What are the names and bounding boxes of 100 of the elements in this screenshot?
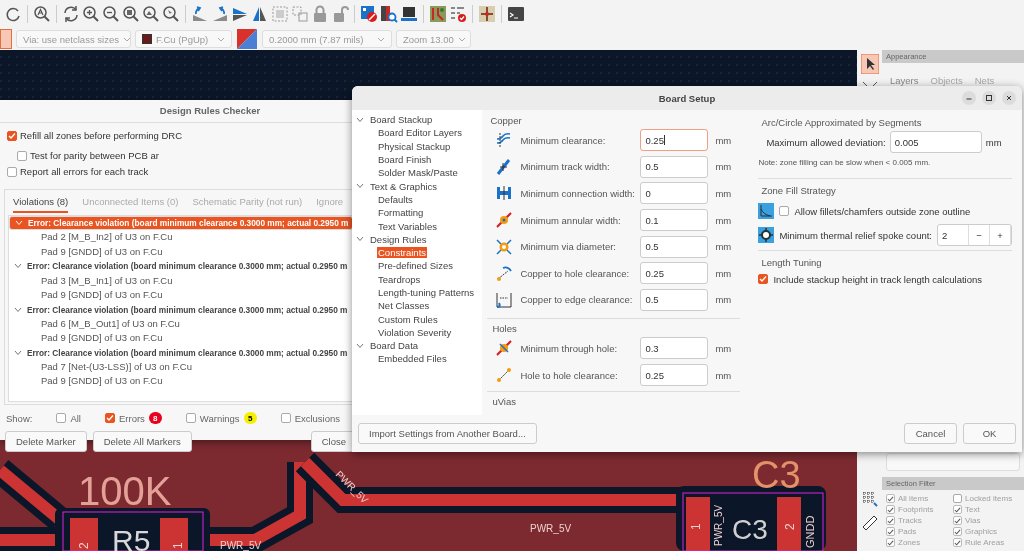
- tree-item[interactable]: Text & Graphics: [370, 180, 438, 192]
- zoom-objects-icon[interactable]: [142, 5, 160, 23]
- violation-item[interactable]: Pad 6 [M_B_Out1] of U3 on F.Cu: [9, 316, 353, 332]
- select-arrow-icon[interactable]: [860, 54, 879, 74]
- tree-item[interactable]: Board Data: [370, 340, 419, 352]
- checkbox[interactable]: [56, 413, 67, 423]
- board-icon[interactable]: [400, 5, 418, 23]
- violation-item[interactable]: Pad 9 [GNDD] of U3 on F.Cu: [9, 244, 353, 260]
- layer-pair-icon[interactable]: [236, 28, 258, 50]
- checkbox[interactable]: [886, 505, 895, 514]
- violation-item[interactable]: Pad 9 [GNDD] of U3 on F.Cu: [9, 331, 353, 346]
- flip-vertical-icon[interactable]: [251, 5, 269, 23]
- dialog-button[interactable]: Delete Marker: [5, 431, 87, 452]
- checkbox[interactable]: [7, 166, 17, 177]
- close-icon[interactable]: [1002, 91, 1016, 105]
- ruler-icon[interactable]: [860, 514, 879, 532]
- decrement-button[interactable]: −: [969, 225, 990, 245]
- checkbox[interactable]: [886, 494, 895, 503]
- tree-item[interactable]: Board Editor Layers: [377, 127, 463, 139]
- maximize-icon[interactable]: [982, 91, 996, 105]
- tab[interactable]: Violations (8): [13, 196, 69, 213]
- checkbox[interactable]: [758, 274, 769, 284]
- checkbox[interactable]: [779, 206, 790, 216]
- refresh-icon[interactable]: [62, 5, 80, 23]
- violation-item[interactable]: Pad 2 [M_B_In2] of U3 on F.Cu: [9, 230, 353, 245]
- redo-icon[interactable]: [4, 5, 22, 23]
- checkbox[interactable]: [953, 516, 962, 525]
- input-field[interactable]: 0.5: [640, 155, 709, 178]
- tree-item[interactable]: Violation Severity: [377, 326, 453, 338]
- input-field[interactable]: 0.25: [640, 129, 709, 152]
- input-field[interactable]: 0.5: [640, 288, 709, 311]
- violation-item[interactable]: Pad 9 [GNDD] of U3 on F.Cu: [9, 287, 353, 303]
- increment-button[interactable]: +: [990, 225, 1011, 245]
- dialog-button[interactable]: Cancel: [904, 423, 957, 444]
- input-field[interactable]: 0.005: [889, 131, 982, 153]
- zoom-selection-icon[interactable]: [162, 5, 180, 23]
- checkbox[interactable]: [886, 527, 895, 536]
- import-button[interactable]: Import Settings from Another Board...: [358, 423, 537, 444]
- lock-icon[interactable]: [311, 5, 329, 23]
- input-field[interactable]: 0.25: [640, 262, 709, 285]
- rotate-cw-icon[interactable]: [211, 5, 229, 23]
- violation-item[interactable]: Pad 7 [Net-(U3-LSS)] of U3 on F.Cu: [9, 359, 353, 375]
- checkbox[interactable]: [953, 505, 962, 514]
- grid-icon[interactable]: [860, 490, 879, 508]
- chevron-down-icon[interactable]: [356, 116, 364, 123]
- chevron-down-icon[interactable]: [14, 306, 22, 313]
- tree-item[interactable]: Board Stackup: [370, 114, 433, 126]
- violation-item[interactable]: Pad 3 [M_B_In1] of U3 on F.Cu: [9, 273, 353, 288]
- input-field[interactable]: 0: [640, 182, 709, 205]
- chevron-down-icon[interactable]: [356, 183, 364, 190]
- checkbox[interactable]: [953, 538, 962, 547]
- tree-item[interactable]: Board Finish: [377, 154, 433, 166]
- inspect-icon[interactable]: [380, 5, 398, 23]
- input-field[interactable]: 0.5: [640, 235, 709, 258]
- spin-field[interactable]: 2 − +: [937, 224, 1012, 246]
- violation-row[interactable]: Error: Clearance violation (board minimum clearance 0.3000 mm; actual 0.2950 m: [9, 345, 353, 360]
- tree-item[interactable]: Design Rules: [370, 233, 427, 245]
- zoom-fit-icon[interactable]: [122, 5, 140, 23]
- checkbox[interactable]: [886, 538, 895, 547]
- terminal-icon[interactable]: [507, 5, 525, 23]
- dialog-button[interactable]: OK: [963, 423, 1016, 444]
- tree-item[interactable]: Pre-defined Sizes: [377, 260, 454, 272]
- checkbox[interactable]: [17, 150, 27, 161]
- tree-item[interactable]: Custom Rules: [377, 313, 439, 325]
- checkbox[interactable]: [185, 413, 196, 423]
- input-field[interactable]: 0.3: [640, 337, 709, 360]
- violation-row[interactable]: Error: Clearance violation (board minimum clearance 0.3000 mm; actual 0.2950 m: [9, 259, 353, 274]
- checkbox[interactable]: [280, 413, 291, 423]
- unlock-icon[interactable]: [331, 5, 349, 23]
- checklist-icon[interactable]: [449, 5, 467, 23]
- chevron-down-icon[interactable]: [356, 342, 364, 349]
- flip-horizontal-icon[interactable]: [231, 5, 249, 23]
- violation-row[interactable]: Error: Clearance violation (board minimum clearance 0.3000 mm; actual 0.2950 m: [9, 302, 353, 317]
- input-field[interactable]: 0.25: [640, 364, 709, 387]
- preset-dropdown[interactable]: [886, 453, 1020, 471]
- violation-row[interactable]: Error: Clearance violation (board minimum clearance 0.3000 mm; actual 0.2950 m: [9, 216, 353, 231]
- tree-item[interactable]: Text Variables: [377, 220, 438, 232]
- rotate-ccw-icon[interactable]: [191, 5, 209, 23]
- zoom-auto-icon[interactable]: [33, 5, 51, 23]
- tree-item[interactable]: Length-tuning Patterns: [377, 287, 476, 298]
- zoom-in-icon[interactable]: [82, 5, 100, 23]
- tree-item[interactable]: Defaults: [377, 193, 414, 205]
- minimize-icon[interactable]: [962, 91, 976, 105]
- checkbox[interactable]: [953, 494, 962, 503]
- checkbox[interactable]: [7, 130, 17, 141]
- chevron-down-icon[interactable]: [14, 349, 22, 356]
- input-field[interactable]: 0.1: [640, 209, 709, 232]
- violation-item[interactable]: Pad 9 [GNDD] of U3 on F.Cu: [9, 374, 353, 389]
- tree-item[interactable]: Solder Mask/Paste: [377, 167, 459, 179]
- tree-item[interactable]: Net Classes: [377, 300, 431, 312]
- tree-item[interactable]: Embedded Files: [377, 353, 448, 365]
- checkbox[interactable]: [104, 413, 115, 423]
- tree-item[interactable]: Formatting: [377, 207, 425, 219]
- tree-item[interactable]: Constraints: [377, 247, 428, 259]
- dialog-button[interactable]: Delete All Markers: [92, 431, 192, 452]
- checkbox[interactable]: [953, 527, 962, 536]
- tree-item[interactable]: Physical Stackup: [377, 140, 452, 152]
- tree-item[interactable]: Teardrops: [377, 273, 422, 285]
- checkbox[interactable]: [886, 516, 895, 525]
- chevron-down-icon[interactable]: [14, 263, 22, 270]
